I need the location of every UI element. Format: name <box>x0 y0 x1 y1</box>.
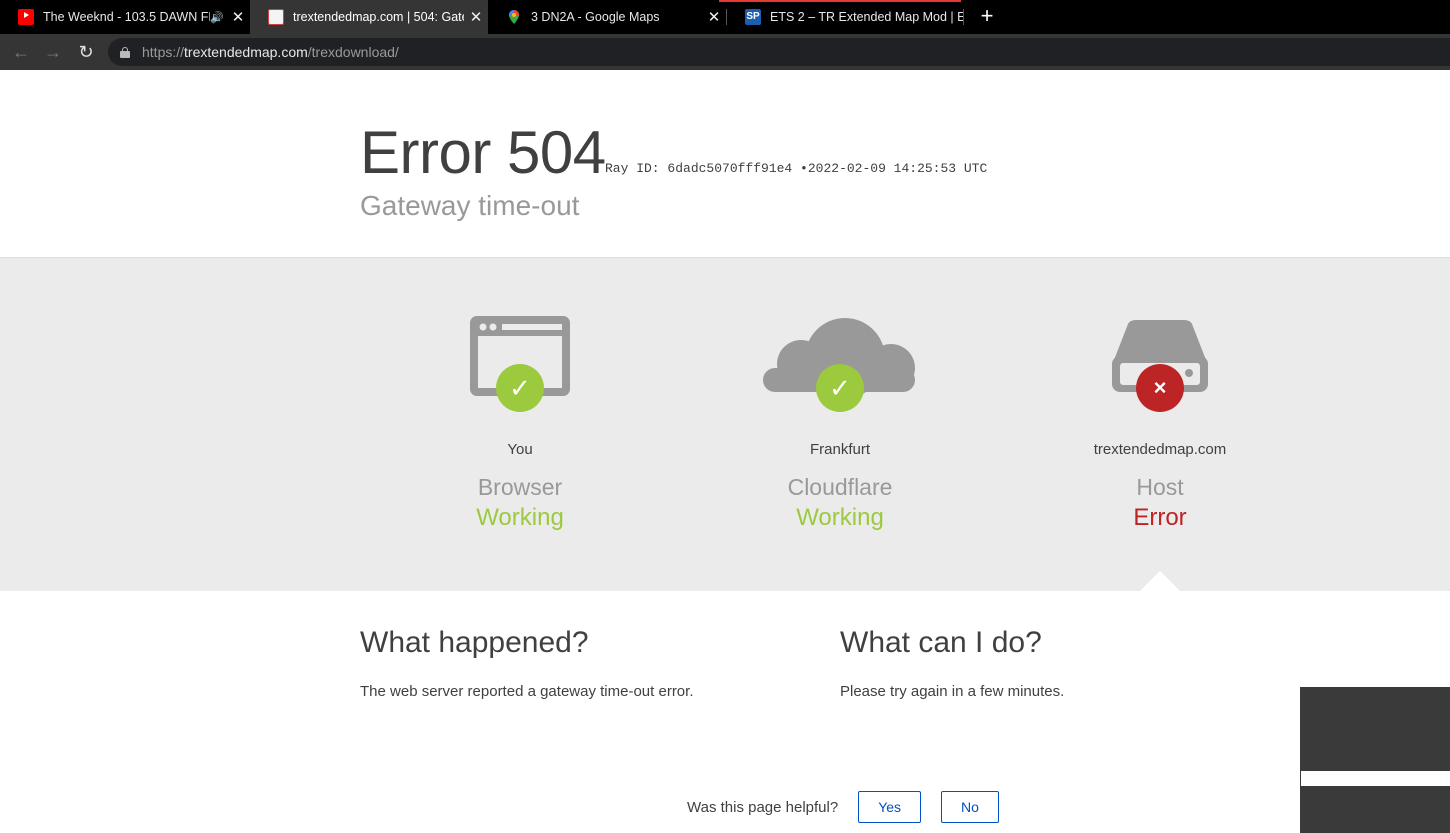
site-favicon-icon <box>268 9 284 25</box>
info-section: What happened? The web server reported a… <box>0 591 1450 833</box>
what-happened-text: The web server reported a gateway time-o… <box>360 683 694 700</box>
error-subtitle: Gateway time-out <box>360 190 580 221</box>
node-role: Host <box>1136 474 1184 500</box>
what-can-i-do-section: What can I do? Please try again in a few… <box>840 626 1280 702</box>
tab-trextendedmap[interactable]: trextendedmap.com | 504: Gateway time-ou… <box>250 0 488 34</box>
error-pointer-arrow <box>1139 571 1181 592</box>
feedback-bar: Was this page helpful? Yes No <box>687 791 1019 823</box>
youtube-icon <box>18 9 34 25</box>
error-x-icon: × <box>1136 364 1184 412</box>
url-scheme: https:// <box>142 44 185 60</box>
tab-divider <box>963 9 964 25</box>
error-timestamp: 2022-02-09 14:25:53 UTC <box>807 161 988 176</box>
speaker-icon[interactable]: 🔊 <box>210 11 224 24</box>
node-state: Error <box>1133 504 1187 531</box>
node-state: Working <box>796 504 884 531</box>
cloud-icon: ✓ <box>763 316 917 416</box>
error-title: Error 504 <box>360 119 606 186</box>
tab-close-icon[interactable]: ✕ <box>464 8 488 26</box>
check-icon: ✓ <box>816 364 864 412</box>
google-maps-icon <box>506 9 522 25</box>
tab-title: 3 DN2A - Google Maps <box>531 10 660 24</box>
new-tab-button[interactable]: + <box>975 4 999 28</box>
node-location: You <box>507 441 533 458</box>
browser-window-icon: ✓ <box>470 316 570 416</box>
tab-loading-indicator <box>719 0 961 2</box>
what-happened-section: What happened? The web server reported a… <box>360 626 800 702</box>
what-can-i-do-text: Please try again in a few minutes. <box>840 683 1065 700</box>
feedback-question: Was this page helpful? <box>687 798 839 816</box>
sp-favicon-icon: SP <box>745 9 761 25</box>
lock-icon[interactable] <box>120 46 130 58</box>
overlay-strip <box>1301 771 1450 786</box>
node-role: Cloudflare <box>787 474 893 500</box>
tab-close-icon[interactable]: ✕ <box>702 8 726 26</box>
tab-youtube[interactable]: The Weeknd - 103.5 DAWN FM 🔊 ✕ <box>0 0 250 34</box>
back-button[interactable]: ← <box>9 40 33 64</box>
node-role: Browser <box>477 474 563 500</box>
what-can-i-do-heading: What can I do? <box>840 626 1042 659</box>
what-happened-heading: What happened? <box>360 626 589 659</box>
separator-dot: • <box>800 161 808 176</box>
ray-id-line: Ray ID: 6dadc5070fff91e4 •2022-02-09 14:… <box>605 161 987 176</box>
tab-title: ETS 2 – TR Extended Map Mod | ETS 2 <box>770 10 963 24</box>
overlay-panel <box>1300 687 1450 833</box>
url-host: trextendedmap.com <box>184 44 308 60</box>
reload-button[interactable]: ↻ <box>74 40 98 64</box>
error-header: Error 504 Ray ID: 6dadc5070fff91e4 •2022… <box>0 70 1450 257</box>
ray-id: Ray ID: 6dadc5070fff91e4 <box>605 161 793 176</box>
forward-button[interactable]: → <box>41 40 65 64</box>
browser-tab-bar: The Weeknd - 103.5 DAWN FM 🔊 ✕ trextende… <box>0 0 1450 34</box>
tab-ets2-mod[interactable]: SP ETS 2 – TR Extended Map Mod | ETS 2 <box>727 0 963 34</box>
tab-close-icon[interactable]: ✕ <box>226 8 250 26</box>
tab-title: trextendedmap.com | 504: Gateway time-ou… <box>293 10 464 24</box>
feedback-yes-button[interactable]: Yes <box>858 791 922 823</box>
status-diagram: ✓ You Browser Working ✓ Frankfurt Cloudf… <box>0 257 1450 591</box>
node-location: Frankfurt <box>809 441 870 458</box>
server-icon: × <box>1112 316 1208 416</box>
feedback-no-button[interactable]: No <box>941 791 999 823</box>
tab-google-maps[interactable]: 3 DN2A - Google Maps ✕ <box>488 0 726 34</box>
node-location: trextendedmap.com <box>1093 441 1227 458</box>
tab-title: The Weeknd - 103.5 DAWN FM <box>43 10 211 24</box>
node-state: Working <box>476 504 564 531</box>
url-path: /trexdownload/ <box>307 44 399 60</box>
check-icon: ✓ <box>496 364 544 412</box>
address-bar[interactable]: https://trextendedmap.com/trexdownload/ <box>108 38 1450 66</box>
browser-toolbar: ← → ↻ https://trextendedmap.com/trexdown… <box>0 34 1450 70</box>
